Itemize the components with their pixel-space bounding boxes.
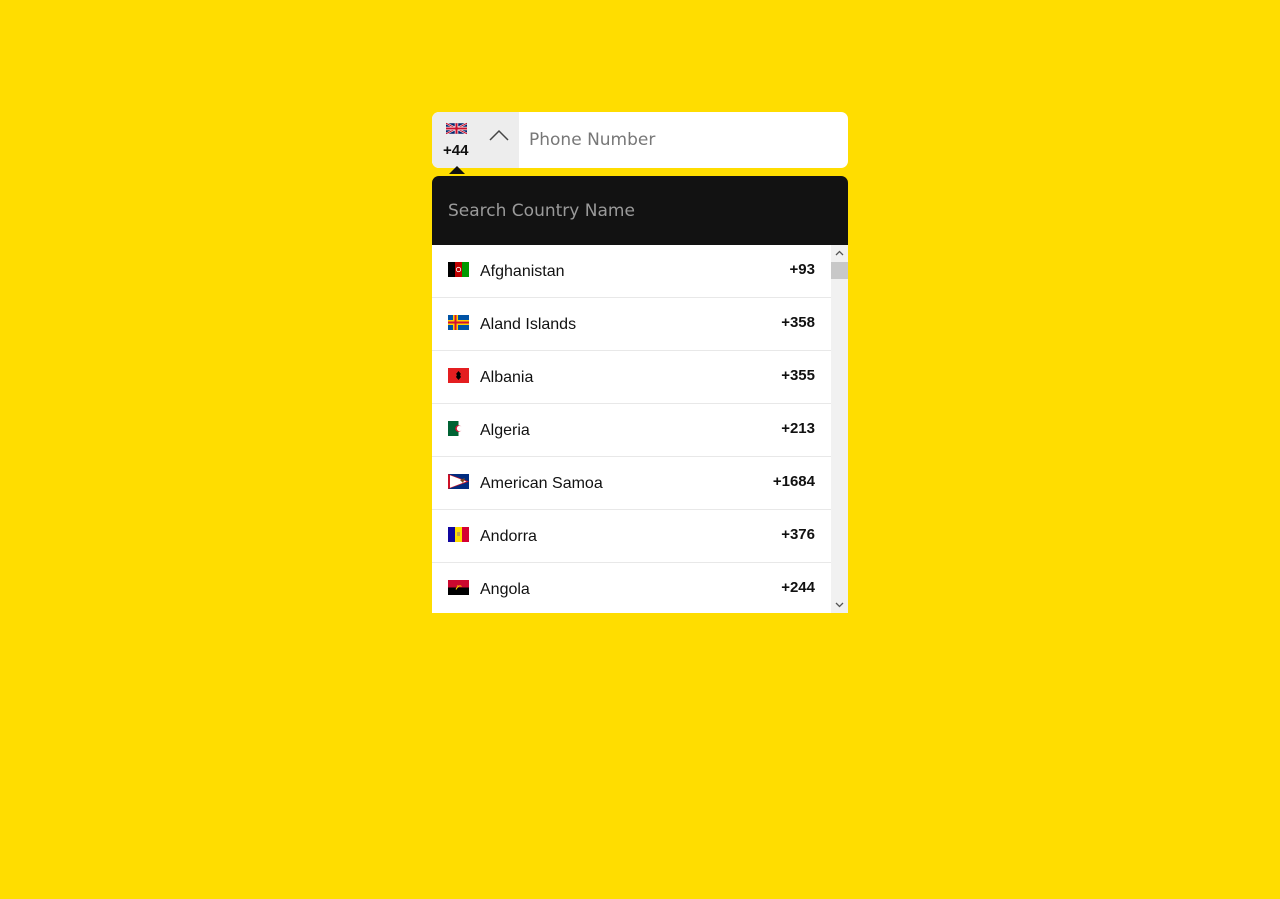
country-name: Aland Islands <box>480 316 577 333</box>
country-name: Algeria <box>480 422 530 439</box>
country-code: +213 <box>781 420 815 437</box>
country-code: +355 <box>781 367 815 384</box>
chevron-up-icon[interactable] <box>488 128 510 142</box>
country-row-aland-islands[interactable]: Aland Islands +358 <box>432 298 831 351</box>
albania-flag-icon <box>448 368 469 383</box>
country-name: Afghanistan <box>480 263 565 280</box>
country-search-input[interactable] <box>432 200 848 221</box>
phone-number-input[interactable] <box>519 112 848 168</box>
country-code: +1684 <box>772 473 815 490</box>
country-code: +93 <box>789 261 815 278</box>
aland-islands-flag-icon <box>448 315 469 330</box>
country-code: +358 <box>781 314 815 331</box>
scroll-down-arrow-icon <box>835 602 844 608</box>
country-code: +244 <box>781 579 815 596</box>
algeria-flag-icon <box>448 421 469 436</box>
country-row-american-samoa[interactable]: American Samoa +1684 <box>432 457 831 510</box>
country-code-selector[interactable]: +44 <box>432 112 519 174</box>
american-samoa-flag-icon <box>448 474 469 489</box>
country-list: Afghanistan +93 Aland Islands +358 Alban… <box>432 245 831 613</box>
angola-flag-icon <box>448 580 469 595</box>
scroll-up-button[interactable] <box>831 246 848 260</box>
country-name: Albania <box>480 369 534 386</box>
country-row-afghanistan[interactable]: Afghanistan +93 <box>432 245 831 298</box>
country-row-andorra[interactable]: Andorra +376 <box>432 510 831 563</box>
country-name: Andorra <box>480 528 537 545</box>
scroll-up-arrow-icon <box>835 250 844 256</box>
afghanistan-flag-icon <box>448 262 469 277</box>
country-name: American Samoa <box>480 475 603 492</box>
country-search-bar <box>432 176 848 245</box>
country-row-albania[interactable]: Albania +355 <box>432 351 831 404</box>
list-scrollbar[interactable] <box>831 245 848 613</box>
country-name: Angola <box>480 581 530 598</box>
selected-country-code: +44 <box>443 142 469 159</box>
country-list-container: Afghanistan +93 Aland Islands +358 Alban… <box>432 245 848 613</box>
scroll-down-button[interactable] <box>831 598 848 612</box>
dropdown-pointer <box>449 166 465 174</box>
scrollbar-thumb[interactable] <box>831 262 848 279</box>
phone-input-bar: +44 <box>432 112 848 174</box>
phone-number-widget: +44 Afghanistan +93 <box>432 112 848 613</box>
united-kingdom-flag-icon <box>446 122 467 135</box>
country-dropdown: Afghanistan +93 Aland Islands +358 <box>432 176 848 613</box>
country-code: +376 <box>781 526 815 543</box>
country-row-algeria[interactable]: Algeria +213 <box>432 404 831 457</box>
country-row-angola[interactable]: Angola +244 <box>432 563 831 613</box>
andorra-flag-icon <box>448 527 469 542</box>
